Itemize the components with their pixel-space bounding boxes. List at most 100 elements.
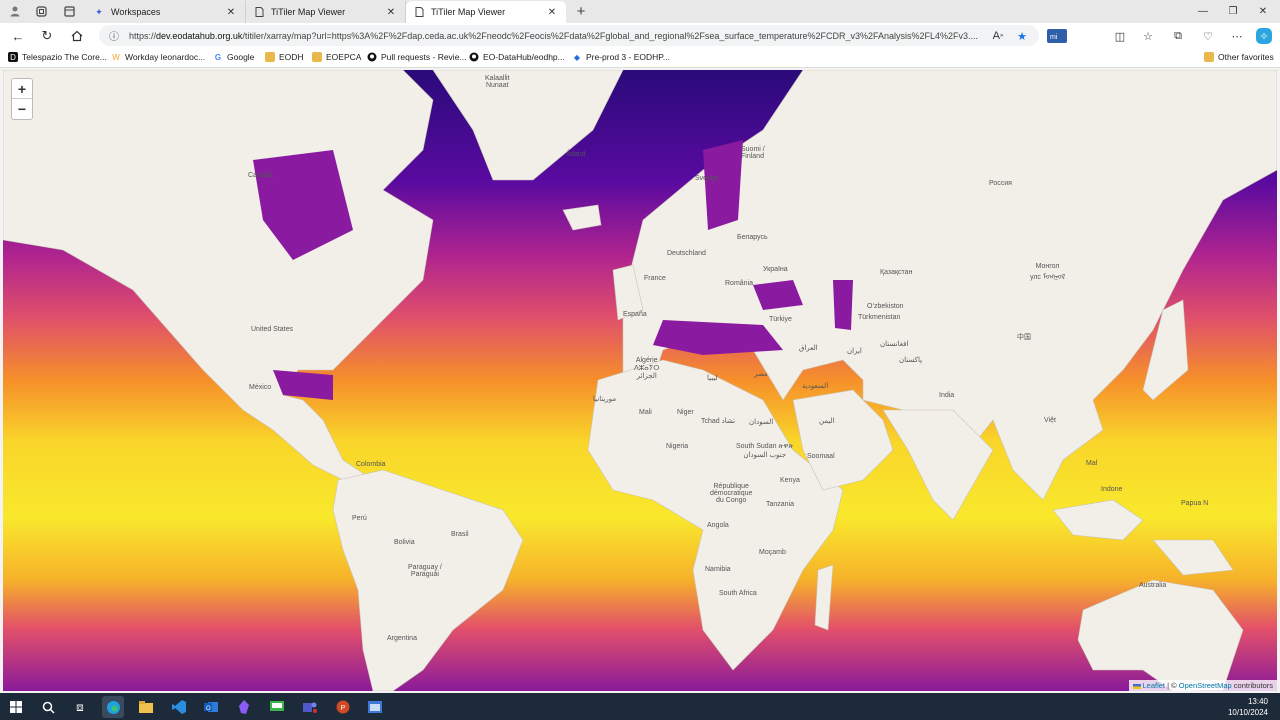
map-label: Argentina xyxy=(387,635,417,642)
sst-map-layer xyxy=(3,70,1277,691)
system-clock[interactable]: 13:40 10/10/2024 xyxy=(1228,696,1268,718)
favorites-icon[interactable]: ☆ xyxy=(1140,28,1156,44)
browser-essentials-icon[interactable]: ♡ xyxy=(1200,28,1216,44)
search-icon[interactable] xyxy=(37,696,59,718)
map-label: India xyxy=(939,392,955,399)
tab-workspaces[interactable]: ✦ Workspaces ✕ xyxy=(86,1,246,23)
map-label: España xyxy=(623,311,647,318)
minimize-button[interactable]: — xyxy=(1188,2,1218,20)
github-icon xyxy=(367,52,377,62)
map-label: مصر xyxy=(754,371,768,378)
map-label: Kenya xyxy=(780,477,800,484)
map-label: Colombia xyxy=(356,461,386,468)
powerpoint-icon[interactable]: P xyxy=(332,696,354,718)
map-label: Algérie ⴷⵣⴰⵢⵔ الجزائر xyxy=(634,357,660,380)
restore-button[interactable]: ❐ xyxy=(1218,2,1248,20)
settings-menu-icon[interactable]: ⋯ xyxy=(1229,28,1245,44)
task-view-icon[interactable]: ⧈ xyxy=(69,696,91,718)
edge-icon[interactable] xyxy=(102,696,124,718)
bookmark-pre-prod[interactable]: ◆ Pre-prod 3 - EODHP... xyxy=(572,52,670,62)
browser-window: ✦ Workspaces ✕ TiTiler Map Viewer ✕ TiTi… xyxy=(0,0,1280,693)
telespazio-icon: D xyxy=(8,52,18,62)
map-label: Namibia xyxy=(705,566,731,573)
remote-desktop-icon[interactable] xyxy=(266,696,288,718)
tab-titiler-active[interactable]: TiTiler Map Viewer ✕ xyxy=(406,1,566,23)
close-icon[interactable]: ✕ xyxy=(546,7,558,18)
map-label: Türkiye xyxy=(769,316,792,323)
tab-label: TiTiler Map Viewer xyxy=(431,7,506,17)
workspaces-icon[interactable] xyxy=(30,2,52,20)
bookmark-label: EODH xyxy=(279,52,304,62)
other-favorites-label: Other favorites xyxy=(1218,52,1274,62)
map-label: العراق xyxy=(799,345,818,352)
folder-icon xyxy=(265,52,275,62)
map-label: Sverige xyxy=(695,175,719,182)
bookmark-pull-requests[interactable]: Pull requests - Revie... xyxy=(367,52,467,62)
workday-icon: W xyxy=(112,52,120,62)
map-label: افغانستان xyxy=(880,341,909,348)
address-bar[interactable]: ⓘ https://dev.eodatahub.org.uk/titiler/x… xyxy=(99,25,1039,46)
vscode-icon[interactable] xyxy=(168,696,190,718)
map-label: Россия xyxy=(989,180,1012,187)
svg-text:P: P xyxy=(341,705,346,712)
file-explorer-icon[interactable] xyxy=(135,696,157,718)
bookmark-eo-datahub[interactable]: EO-DataHub/eodhp... xyxy=(469,52,565,62)
clock-date: 10/10/2024 xyxy=(1227,708,1268,717)
map-label: Brasil xyxy=(451,531,469,538)
map-viewer[interactable]: + − Kalaallit Nunaat Canada United State… xyxy=(3,70,1277,691)
map-label: Україна xyxy=(763,266,788,273)
map-label: السعودية xyxy=(802,383,829,390)
obsidian-icon[interactable] xyxy=(233,696,255,718)
zoom-out-button[interactable]: − xyxy=(12,99,32,119)
workspaces-icon: ✦ xyxy=(95,6,103,17)
refresh-button[interactable]: ↻ xyxy=(37,26,57,46)
map-label: Tchad تشاد xyxy=(701,418,736,425)
read-aloud-icon[interactable]: A» xyxy=(990,28,1006,44)
collections-icon[interactable]: ⧉ xyxy=(1170,28,1186,44)
bookmark-workday[interactable]: W Workday leonardoc... xyxy=(111,52,205,62)
home-button[interactable] xyxy=(67,26,87,46)
map-label: France xyxy=(644,275,666,282)
close-icon[interactable]: ✕ xyxy=(385,7,397,18)
bookmark-telespazio[interactable]: D Telespazio The Core... xyxy=(8,52,107,62)
favorite-star-icon[interactable]: ★ xyxy=(1014,28,1030,44)
map-label: Монгол улс ᠮᠣᠩᠭᠣᠯ xyxy=(1030,263,1066,281)
leaflet-flag-icon xyxy=(1132,683,1141,689)
map-label: Canada xyxy=(248,172,273,179)
app-window-icon[interactable] xyxy=(364,696,386,718)
teams-icon[interactable] xyxy=(299,696,321,718)
new-tab-button[interactable]: + xyxy=(570,2,592,20)
map-label: United States xyxy=(251,326,294,333)
attribution-tail: contributors xyxy=(1231,681,1273,690)
page-icon xyxy=(254,7,264,17)
leaflet-link[interactable]: Leaflet xyxy=(1143,681,1166,690)
back-button[interactable]: ← xyxy=(8,26,28,46)
close-window-button[interactable]: ✕ xyxy=(1248,2,1278,20)
tab-titiler-1[interactable]: TiTiler Map Viewer ✕ xyxy=(246,1,406,23)
map-label: 中国 xyxy=(1017,334,1031,341)
bookmark-label: EOEPCA xyxy=(326,52,362,62)
split-screen-icon[interactable]: ◫ xyxy=(1112,28,1128,44)
bookmark-google[interactable]: G Google xyxy=(213,52,255,62)
bookmark-eodh[interactable]: EODH xyxy=(265,52,304,62)
tab-actions-icon[interactable] xyxy=(58,2,80,20)
close-icon[interactable]: ✕ xyxy=(225,7,237,18)
map-label: Deutschland xyxy=(667,250,706,257)
bookmark-eoepca[interactable]: EOEPCA xyxy=(312,52,361,62)
outlook-icon[interactable]: O xyxy=(200,696,222,718)
extension-icon[interactable]: mi xyxy=(1046,28,1068,44)
osm-link[interactable]: OpenStreetMap xyxy=(1179,681,1232,690)
bookmark-label: Google xyxy=(227,52,255,62)
tab-strip: ✦ Workspaces ✕ TiTiler Map Viewer ✕ TiTi… xyxy=(0,0,1280,23)
info-icon[interactable]: ⓘ xyxy=(109,28,119,43)
zoom-in-button[interactable]: + xyxy=(12,79,32,99)
bookmark-label: Pre-prod 3 - EODHP... xyxy=(586,52,670,62)
url-scheme: https:// xyxy=(129,30,157,41)
copilot-icon[interactable]: ✧ xyxy=(1256,28,1272,44)
start-icon[interactable] xyxy=(5,696,27,718)
profile-icon[interactable] xyxy=(4,2,26,20)
map-label: Việt xyxy=(1044,417,1056,424)
other-favorites[interactable]: Other favorites xyxy=(1204,52,1274,62)
tab-label: Workspaces xyxy=(111,7,161,17)
map-label: South Sudan ጵዋጵ جنوب السودان xyxy=(736,443,794,459)
